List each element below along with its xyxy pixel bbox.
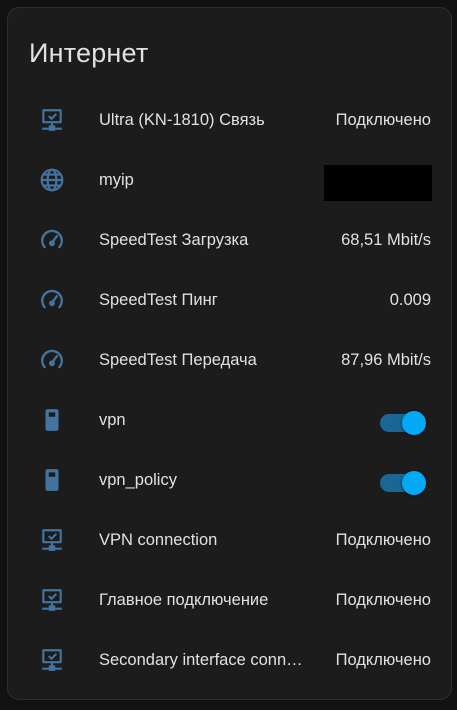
redacted-ip-value [324, 165, 432, 201]
toggle-knob [402, 471, 426, 495]
entity-name: Ultra (KN-1810) Связь [99, 111, 265, 129]
lan-connect-icon [39, 107, 65, 133]
entity-row-myip[interactable]: myip [8, 149, 451, 209]
entity-row-secondary-connection[interactable]: Secondary interface connection Подключен… [8, 629, 451, 689]
entity-name: Secondary interface connection [99, 651, 311, 669]
entity-name: Главное подключение [99, 591, 269, 609]
entity-state: Подключено [335, 531, 431, 549]
entity-name: SpeedTest Передача [99, 351, 257, 369]
lan-connect-icon [39, 647, 65, 673]
entity-name: vpn_policy [99, 471, 177, 489]
globe-icon [39, 167, 65, 193]
entity-name: vpn [99, 411, 126, 429]
entity-name: SpeedTest Пинг [99, 291, 218, 309]
router-icon [39, 407, 65, 433]
entity-state: Подключено [335, 111, 431, 129]
entity-name: VPN connection [99, 531, 218, 549]
entity-state: Подключено [335, 591, 431, 609]
card-title: Интернет [29, 38, 149, 68]
entity-name: myip [99, 171, 134, 189]
speedometer-icon [39, 287, 65, 313]
entity-row-vpn-connection[interactable]: VPN connection Подключено [8, 509, 451, 569]
entity-state: Подключено [335, 651, 431, 669]
toggle-knob [402, 411, 426, 435]
entity-name: SpeedTest Загрузка [99, 231, 249, 249]
entity-row-speedtest-upload[interactable]: SpeedTest Передача 87,96 Mbit/s [8, 329, 451, 389]
vpn-toggle[interactable] [380, 411, 426, 435]
entity-state: 68,51 Mbit/s [341, 231, 431, 249]
entity-row-main-connection[interactable]: Главное подключение Подключено [8, 569, 451, 629]
lan-connect-icon [39, 587, 65, 613]
vpn-policy-toggle[interactable] [380, 471, 426, 495]
internet-entities-card: Интернет Ultra (KN-1810) Связь Подключен… [7, 7, 452, 700]
speedometer-icon [39, 227, 65, 253]
speedometer-icon [39, 347, 65, 373]
router-icon [39, 467, 65, 493]
entity-row-speedtest-ping[interactable]: SpeedTest Пинг 0.009 [8, 269, 451, 329]
entity-state: 0.009 [389, 291, 431, 309]
entity-state: 87,96 Mbit/s [341, 351, 431, 369]
entity-row-vpn-policy[interactable]: vpn_policy [8, 449, 451, 509]
entity-row-speedtest-download[interactable]: SpeedTest Загрузка 68,51 Mbit/s [8, 209, 451, 269]
entity-list: Ultra (KN-1810) Связь Подключено myip Sp… [8, 89, 451, 689]
entity-row-vpn[interactable]: vpn [8, 389, 451, 449]
entity-row-ultra-connection[interactable]: Ultra (KN-1810) Связь Подключено [8, 89, 451, 149]
lan-connect-icon [39, 527, 65, 553]
